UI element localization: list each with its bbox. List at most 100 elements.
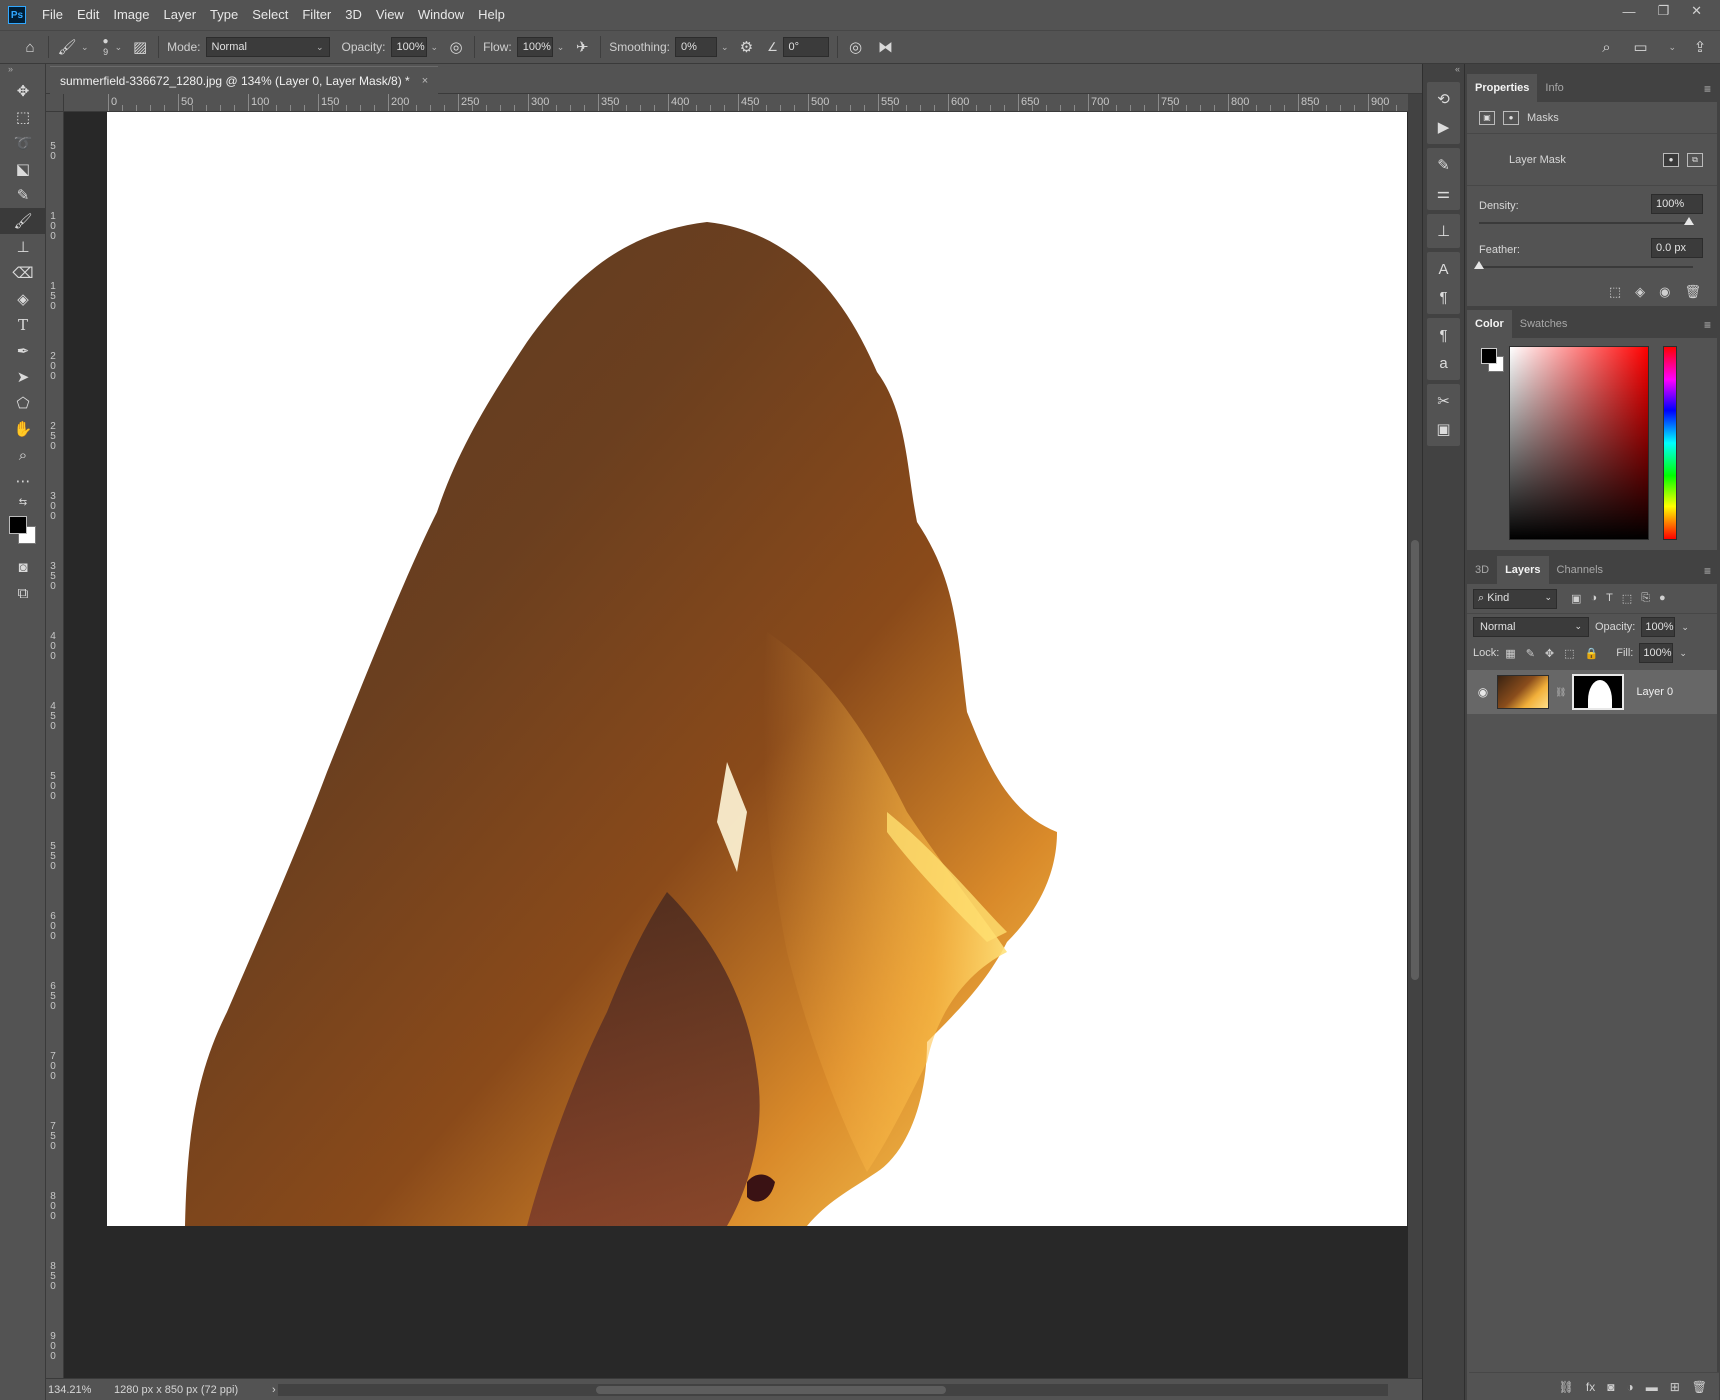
path-select-icon[interactable]: ➤	[0, 364, 46, 390]
vertical-scrollbar[interactable]	[1408, 94, 1422, 1378]
screen-mode-icon[interactable]: ⧉	[0, 580, 46, 606]
lock-artboard-icon[interactable]: ⬚	[1564, 647, 1574, 660]
lock-pixels-icon[interactable]: ✎	[1526, 647, 1535, 660]
minimize-button[interactable]: —	[1622, 4, 1635, 19]
chevron-down-icon[interactable]: ⌄	[1668, 42, 1676, 53]
filter-kind-select[interactable]: ⌕ Kind ⌄	[1473, 588, 1557, 609]
color-swatches[interactable]	[0, 510, 46, 554]
panel-menu-icon[interactable]: ≡	[1704, 564, 1711, 578]
toolbar-collapse-icon[interactable]: »	[0, 64, 45, 78]
layer-thumbnail[interactable]	[1497, 675, 1549, 709]
layer-name[interactable]: Layer 0	[1636, 686, 1673, 698]
brush-size-picker[interactable]: ● 9	[103, 37, 109, 58]
blend-mode-select[interactable]: Normal ⌄	[1473, 617, 1589, 637]
filter-pixel-icon[interactable]: ▣	[1571, 592, 1581, 605]
link-layers-icon[interactable]: ⛓	[1559, 1380, 1574, 1394]
object-select-icon[interactable]: ⬕	[0, 156, 46, 182]
new-group-icon[interactable]: ▬	[1646, 1380, 1658, 1394]
chevron-down-icon[interactable]: ⌄	[115, 42, 123, 53]
status-menu-arrow-icon[interactable]: ›	[272, 1384, 276, 1396]
gear-icon[interactable]: ⚙	[737, 37, 757, 57]
layer-style-icon[interactable]: fx	[1586, 1380, 1595, 1394]
tab-channels[interactable]: Channels	[1549, 556, 1611, 584]
tools-icon[interactable]: ✂	[1427, 387, 1460, 415]
hand-icon[interactable]: ✋	[0, 416, 46, 442]
vertical-ruler[interactable]: 50 100 150 200 250 300 350 400 450 500 550 600 650 70…	[46, 112, 64, 1378]
chevron-down-icon[interactable]: ⌄	[1681, 622, 1689, 633]
new-layer-icon[interactable]: ⊞	[1670, 1380, 1680, 1394]
menu-select[interactable]: Select	[246, 0, 296, 30]
menu-window[interactable]: Window	[412, 0, 472, 30]
menu-type[interactable]: Type	[204, 0, 246, 30]
density-field[interactable]: 100%	[1651, 194, 1703, 214]
add-vector-mask-icon[interactable]: ⧉	[1687, 152, 1703, 167]
close-button[interactable]: ✕	[1691, 3, 1702, 19]
more-icon[interactable]: ⋯	[0, 468, 46, 494]
search-icon[interactable]: ⌕	[1596, 37, 1616, 57]
trash-icon[interactable]: 🗑	[1692, 1380, 1707, 1394]
eyedropper-icon[interactable]: ✎	[0, 182, 46, 208]
libraries-icon[interactable]: ▣	[1427, 415, 1460, 443]
menu-image[interactable]: Image	[107, 0, 157, 30]
chevron-down-icon[interactable]: ⌄	[431, 42, 439, 53]
paragraph-icon[interactable]: ¶	[1427, 283, 1460, 311]
dock-collapse-icon[interactable]: «	[1423, 64, 1464, 78]
brush-settings-icon[interactable]: ✎	[1427, 151, 1460, 179]
add-mask-icon[interactable]: ◙	[1607, 1380, 1614, 1394]
actions-icon[interactable]: ▶	[1427, 113, 1460, 141]
quick-mask-icon[interactable]: ◙	[0, 554, 46, 580]
stamp-icon[interactable]: ⊥	[0, 234, 46, 260]
styles-icon[interactable]: ¶	[1427, 321, 1460, 349]
chevron-down-icon[interactable]: ⌄	[81, 42, 89, 53]
trash-icon[interactable]: 🗑	[1684, 284, 1701, 300]
tab-info[interactable]: Info	[1537, 74, 1571, 102]
panel-menu-icon[interactable]: ≡	[1704, 82, 1711, 96]
chevron-down-icon[interactable]: ⌄	[1679, 648, 1687, 659]
eye-icon[interactable]: ◉	[1475, 685, 1491, 699]
document-canvas[interactable]	[107, 112, 1407, 1226]
lock-transparency-icon[interactable]: ▦	[1505, 647, 1515, 660]
menu-edit[interactable]: Edit	[71, 0, 107, 30]
workspace-icon[interactable]: ▭	[1630, 37, 1650, 57]
menu-help[interactable]: Help	[472, 0, 513, 30]
feather-slider-knob[interactable]	[1474, 261, 1484, 269]
link-icon[interactable]: ⛓	[1555, 687, 1566, 698]
chevron-down-icon[interactable]: ⌄	[557, 42, 565, 53]
menu-view[interactable]: View	[370, 0, 412, 30]
layer-mask-thumbnail[interactable]	[1572, 674, 1625, 710]
filter-type-icon[interactable]: T	[1606, 592, 1613, 605]
feather-slider[interactable]	[1474, 261, 1693, 269]
angle-field[interactable]: 0°	[782, 37, 829, 57]
mode-select[interactable]: Normal ⌄	[205, 37, 330, 57]
brush-panel-toggle-icon[interactable]: ▨	[130, 37, 150, 57]
pen-icon[interactable]: ✒	[0, 338, 46, 364]
history-icon[interactable]: ⟲	[1427, 85, 1460, 113]
glyphs-icon[interactable]: a	[1427, 349, 1460, 377]
pressure-size-icon[interactable]: ◎	[846, 37, 866, 57]
foreground-color-swatch[interactable]	[9, 516, 27, 534]
close-tab-icon[interactable]: ×	[422, 75, 428, 87]
filter-shape-icon[interactable]: ⬚	[1622, 592, 1632, 605]
feather-field[interactable]: 0.0 px	[1651, 238, 1703, 258]
brush-icon[interactable]: 🖌	[0, 208, 46, 234]
filter-toggle-icon[interactable]: ●	[1659, 592, 1666, 605]
smoothing-field[interactable]: 0%	[674, 37, 717, 57]
horizontal-scroll-thumb[interactable]	[596, 1386, 946, 1394]
type-icon[interactable]: T	[0, 312, 46, 338]
saturation-brightness-field[interactable]	[1509, 346, 1649, 540]
tab-swatches[interactable]: Swatches	[1512, 310, 1576, 338]
hue-slider[interactable]	[1663, 346, 1677, 540]
tab-properties[interactable]: Properties	[1467, 74, 1538, 102]
home-icon[interactable]: ⌂	[20, 37, 40, 57]
airbrush-icon[interactable]: ✈	[572, 37, 592, 57]
apply-mask-icon[interactable]: ◈	[1635, 284, 1645, 300]
lasso-icon[interactable]: ➰	[0, 130, 46, 156]
lock-position-icon[interactable]: ✥	[1545, 647, 1554, 660]
chevron-down-icon[interactable]: ⌄	[721, 42, 729, 53]
layer-row[interactable]: ◉ ⛓ Layer 0	[1467, 670, 1717, 714]
document-tab[interactable]: summerfield-336672_1280.jpg @ 134% (Laye…	[50, 66, 439, 94]
filter-adjustment-icon[interactable]: ◑	[1590, 592, 1597, 605]
menu-file[interactable]: File	[36, 0, 71, 30]
fill-field[interactable]: 100%	[1639, 643, 1674, 663]
vertical-scroll-thumb[interactable]	[1411, 540, 1419, 980]
